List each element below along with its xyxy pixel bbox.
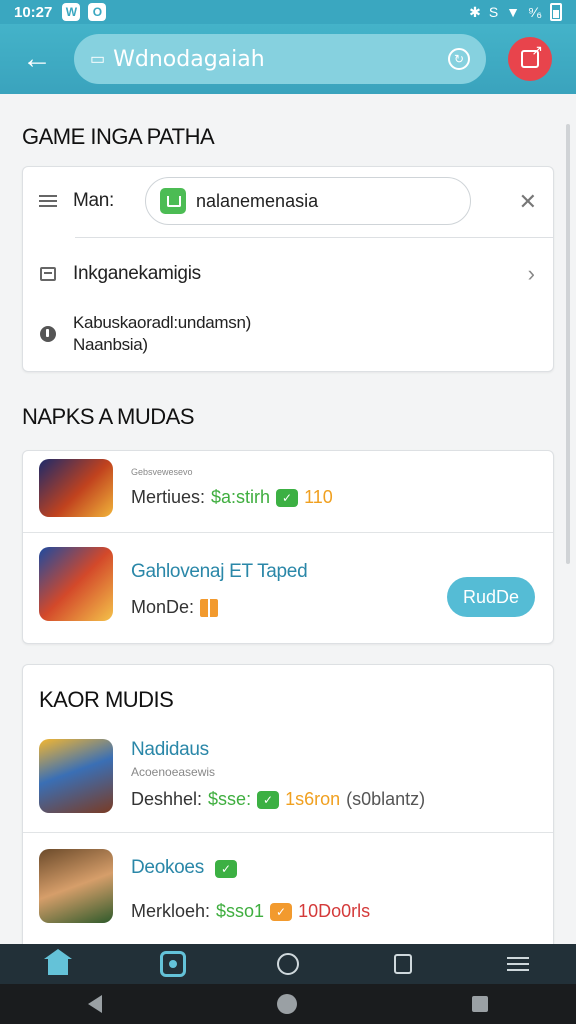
close-icon[interactable]: ✕ [519,189,537,215]
list-item[interactable]: Deokoes ✓ Merkloeh: $sso1 ✓ 10Do0rls [23,833,553,943]
lock-icon: ▭ [90,51,106,68]
menu-icon[interactable] [23,195,73,207]
wifi-icon: ▼ [506,4,521,20]
app-icon [39,849,113,923]
list-icon [23,267,73,281]
list-item[interactable]: Gebsvewesevo Mertiues: $a:stirh ✓ 110 [23,451,553,533]
signal-icon: ⁹⁄₆ [528,4,542,20]
apps-card: Gebsvewesevo Mertiues: $a:stirh ✓ 110 Ga… [22,450,554,644]
share-button[interactable] [508,37,552,81]
app-title[interactable]: Nadidaus [131,739,209,761]
app-meta: Mertiues: $a:stirh ✓ 110 [131,487,333,508]
meta-label: MonDe: [131,597,195,617]
menu-lines-icon[interactable] [488,944,548,984]
app-icon [39,739,113,813]
filter-row-category[interactable]: Inkganekamigis [23,251,553,297]
app-subtitle: Gebsvewesevo [131,467,193,477]
app-icon [39,459,113,517]
price-text: $sso1 [216,901,265,921]
app-meta: Deshhel: $sse: ✓ 1s6ron (s0blantz) [131,789,425,810]
info-line-2: Naanbsia) [73,335,148,354]
search-input[interactable]: nalanemenasia [145,177,471,225]
meta-label: Mertiues: [131,487,206,507]
app-icon [39,547,113,621]
filter-info-text: Kabuskaoradl:undamsn) Naanbsia) [73,312,251,356]
store-icon [160,188,186,214]
filter-card: Man: nalanemenasia ✕ Inkganekamigis › Ka… [22,166,554,372]
chevron-right-icon[interactable]: › [528,261,535,287]
app-title[interactable]: Gahlovenaj ET Taped [131,561,308,583]
filter-row-info: Kabuskaoradl:undamsn) Naanbsia) [23,307,553,361]
sim-icon: S [488,4,499,20]
battery-icon [550,3,562,21]
verified-icon: ✓ [276,488,299,507]
scrollbar[interactable] [566,124,570,564]
extra-text: (s0blantz) [346,789,426,809]
notification-icon-1: W [62,3,81,21]
price-text: $a:stirh [211,487,271,507]
count-text: 110 [304,487,333,507]
app-bar: ← ▭ Wdnodagaiah ↻ [0,24,576,94]
verified-icon: ✓ [257,790,280,809]
gift-icon [200,598,219,617]
warning-icon: ✓ [270,902,293,921]
section-title-filter: GAME INGA PATHA [22,124,215,149]
info-icon [23,326,73,342]
search-label: Man: [73,190,115,211]
info-line-1: Kabuskaoradl:undamsn) [73,313,251,332]
compass-icon[interactable] [258,944,318,984]
app-subtitle: Acoenoeasewis [131,765,216,779]
app-meta: Merkloeh: $sso1 ✓ 10Do0rls [131,901,370,922]
count-text: 10Do0rls [298,901,371,921]
section-title-featured: KAOR MUDIS [39,687,174,712]
home-button-icon[interactable] [276,994,297,1014]
meta-label: Merkloeh: [131,901,211,921]
reload-icon[interactable]: ↻ [448,48,470,70]
featured-card: KAOR MUDIS Nadidaus Acoenoeasewis Deshhe… [22,664,554,954]
app-title[interactable]: Deokoes ✓ [131,857,237,879]
home-icon[interactable] [28,944,88,984]
search-value: nalanemenasia [196,190,319,211]
app-meta: MonDe: [131,597,219,618]
system-nav [0,984,576,1024]
url-bar[interactable]: ▭ Wdnodagaiah ↻ [74,34,486,84]
count-text: 1s6ron [285,789,341,809]
bag-icon[interactable] [373,944,433,984]
status-time: 10:27 [14,3,53,21]
filter-row-label: Inkganekamigis [73,263,201,284]
section-title-apps: NAPKS A MUDAS [22,404,195,429]
install-button[interactable]: RudDe [447,577,535,617]
notification-icon-2: O [88,3,107,21]
main-content: GAME INGA PATHA Man: nalanemenasia ✕ Ink… [0,94,576,954]
url-text: Wdnodagaiah [113,46,265,72]
arrow-left-icon[interactable]: ← [0,24,74,94]
back-icon[interactable] [87,995,102,1013]
status-bar: 10:27 W O ✱ S ▼ ⁹⁄₆ [0,0,576,24]
app-title-text: Deokoes [131,857,204,878]
list-item[interactable]: Nadidaus Acoenoeasewis Deshhel: $sse: ✓ … [23,731,553,833]
price-text: $sse: [208,789,252,809]
apps-icon[interactable] [143,944,203,984]
bottom-nav [0,944,576,984]
recents-icon[interactable] [472,996,489,1012]
status-icons: ✱ S ▼ ⁹⁄₆ [469,3,562,21]
verified-icon: ✓ [214,860,237,878]
meta-label: Deshhel: [131,789,203,809]
list-item[interactable]: Gahlovenaj ET Taped MonDe: RudDe [23,533,553,645]
divider [75,237,553,238]
bluetooth-icon: ✱ [469,3,481,20]
share-icon [521,42,543,68]
